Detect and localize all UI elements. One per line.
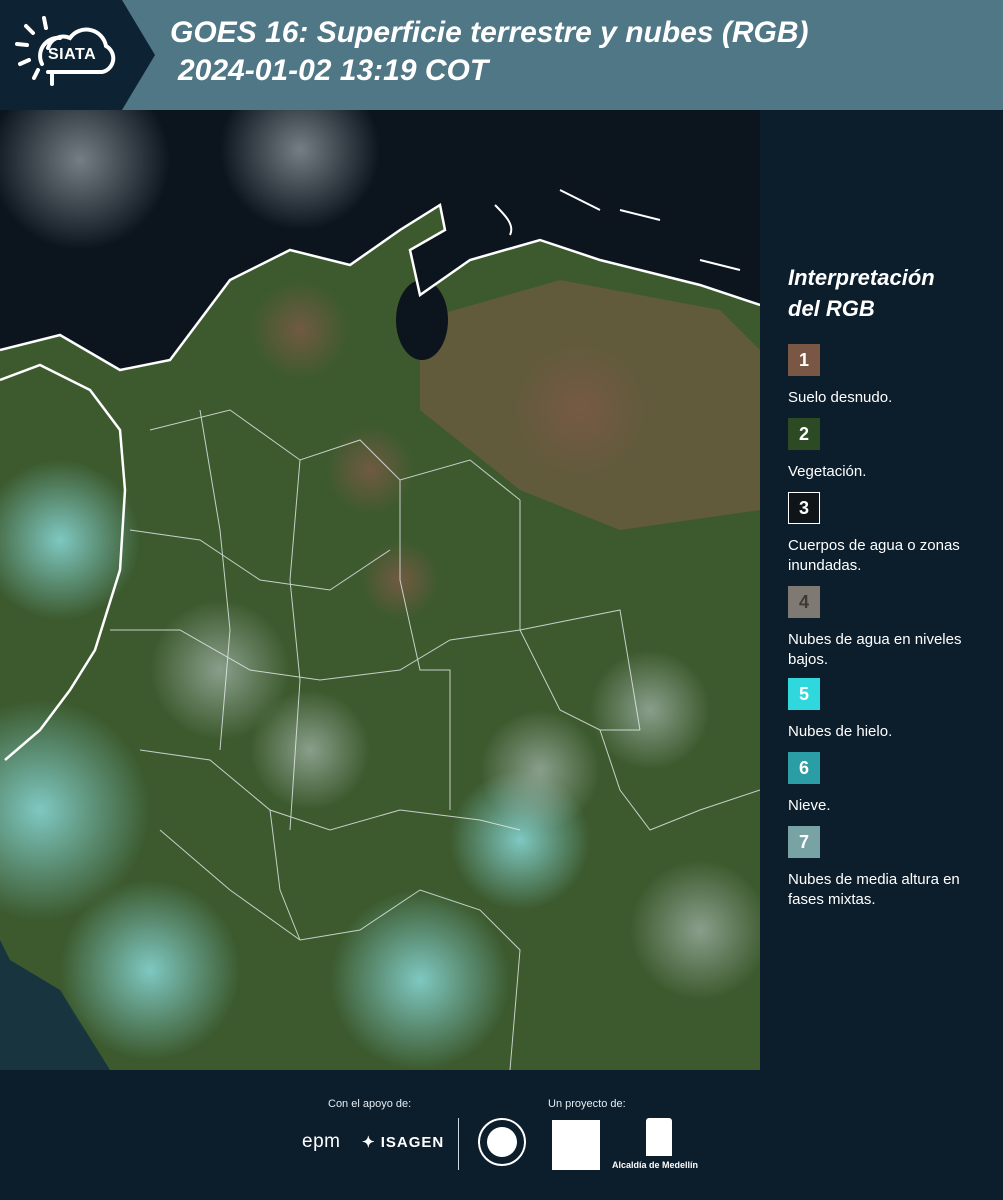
medellin-seal-icon[interactable] xyxy=(478,1118,526,1166)
footer: Con el apoyo de: Un proyecto de: epm ✦ I… xyxy=(0,1070,1003,1200)
legend-swatch: 6 xyxy=(788,752,820,784)
legend-label: Suelo desnudo. xyxy=(788,389,893,406)
legend-title-line1: Interpretación xyxy=(788,265,935,290)
legend-swatch: 7 xyxy=(788,826,820,858)
legend-swatch: 3 xyxy=(788,492,820,524)
footer-divider xyxy=(458,1118,459,1170)
legend-item-mixed-clouds: 7 Nubes de media altura en fases mixtas. xyxy=(788,826,988,910)
legend-label: Vegetación. xyxy=(788,463,867,480)
legend-swatch: 5 xyxy=(788,678,820,710)
legend-title: Interpretación del RGB xyxy=(788,262,988,324)
legend-label: Cuerpos de agua o zonas inundadas. xyxy=(788,537,960,574)
satellite-map[interactable] xyxy=(0,110,760,1070)
legend-swatch: 4 xyxy=(788,586,820,618)
support-label: Con el apoyo de: xyxy=(328,1098,412,1110)
satellite-image xyxy=(0,110,760,1070)
legend-label: Nubes de hielo. xyxy=(788,723,893,740)
legend-item-water-bodies: 3 Cuerpos de agua o zonas inundadas. xyxy=(788,492,988,576)
isagen-text: ISAGEN xyxy=(380,1134,445,1151)
legend-item-bare-soil: 1 Suelo desnudo. xyxy=(788,344,988,408)
legend-title-line2: del RGB xyxy=(788,296,875,321)
page-title: GOES 16: Superficie terrestre y nubes (R… xyxy=(170,14,809,90)
legend-label: Nubes de agua en niveles bajos. xyxy=(788,631,962,668)
legend-item-ice-clouds: 5 Nubes de hielo. xyxy=(788,678,988,742)
legend-swatch: 2 xyxy=(788,418,820,450)
legend-item-snow: 6 Nieve. xyxy=(788,752,988,816)
title-timestamp: 2024-01-02 13:19 COT xyxy=(178,54,489,87)
legend-label: Nieve. xyxy=(788,797,831,814)
area-metropolitana-logo[interactable] xyxy=(552,1120,600,1170)
legend-label: Nubes de media altura en fases mixtas. xyxy=(788,871,960,908)
siata-logo[interactable]: SIATA xyxy=(0,0,155,110)
header-bar: SIATA GOES 16: Superficie terrestre y nu… xyxy=(0,0,1003,110)
alcaldia-shield-icon[interactable] xyxy=(646,1118,672,1156)
title-product: GOES 16: Superficie terrestre y nubes (R… xyxy=(170,16,809,49)
project-label: Un proyecto de: xyxy=(548,1098,626,1110)
logo-text: SIATA xyxy=(48,46,97,63)
isagen-logo[interactable]: ✦ ISAGEN xyxy=(362,1133,444,1151)
alcaldia-label: Alcaldía de Medellín xyxy=(612,1160,699,1170)
legend-item-vegetation: 2 Vegetación. xyxy=(788,418,988,482)
legend-swatch: 1 xyxy=(788,344,820,376)
epm-logo[interactable]: epm xyxy=(302,1131,340,1153)
legend-item-low-water-clouds: 4 Nubes de agua en niveles bajos. xyxy=(788,586,988,670)
rgb-legend: Interpretación del RGB 1 Suelo desnudo. … xyxy=(760,110,1003,1070)
